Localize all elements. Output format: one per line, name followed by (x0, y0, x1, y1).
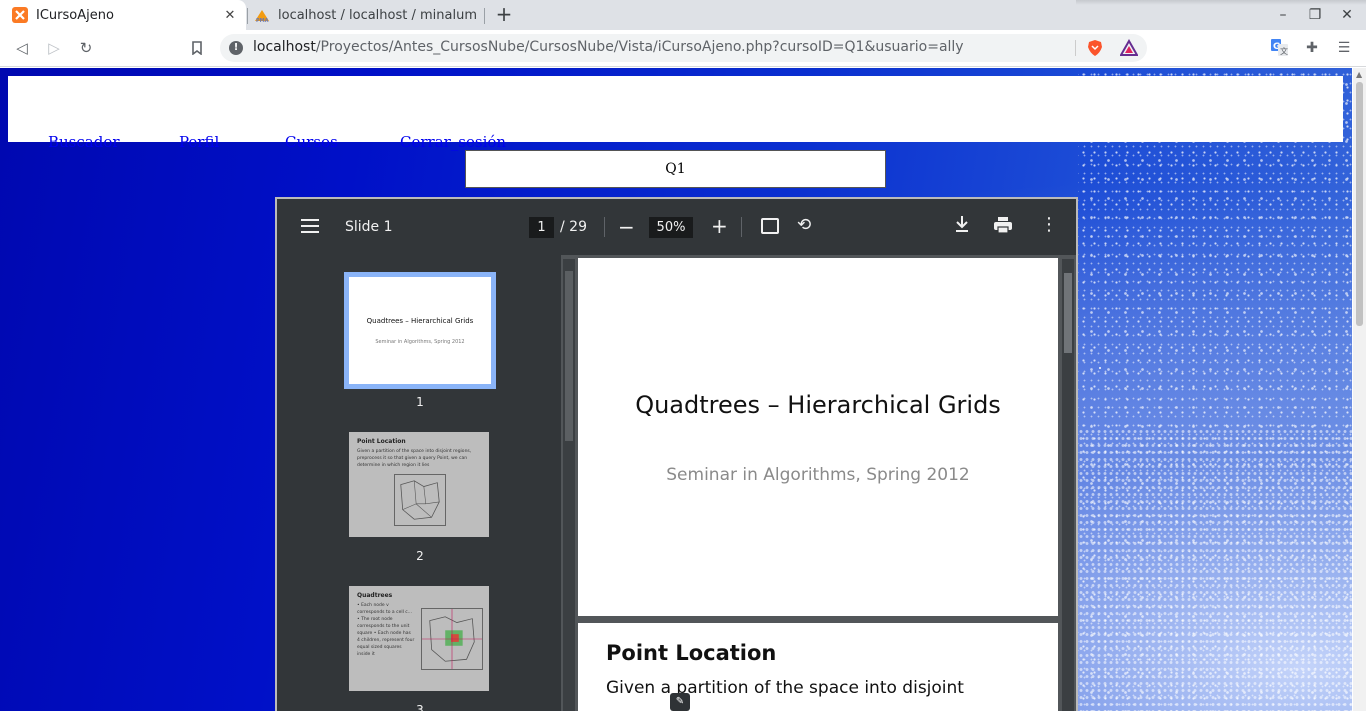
zoom-out-icon[interactable]: − (618, 215, 635, 239)
page-number-input[interactable]: 1 (529, 217, 554, 238)
toolbar-divider (604, 217, 605, 237)
slide-subtitle: Seminar in Algorithms, Spring 2012 (666, 465, 970, 485)
new-tab-icon[interactable]: + (494, 4, 514, 25)
map-thumbnail-icon (394, 474, 446, 526)
thumbnail-1[interactable]: Quadtrees – Hierarchical Grids Seminar i… (344, 272, 496, 389)
download-icon[interactable] (954, 215, 970, 238)
thumbnail-title: Quadtrees – Hierarchical Grids (366, 317, 474, 325)
thumbnail-3[interactable]: Quadtrees • Each node v corresponds to a… (349, 586, 489, 691)
nav-link-perfil[interactable]: Perfil (179, 133, 219, 151)
annotation-icon[interactable]: ✎ (670, 693, 690, 711)
course-id-box: Q1 (465, 150, 886, 188)
slide-title: Point Location (606, 641, 777, 665)
browser-toolbar: ◁ ▷ ↻ ! localhost/Proyectos/Antes_Cursos… (0, 30, 1366, 67)
omnibox-divider (1075, 40, 1076, 56)
zoom-level-input[interactable]: 50% (649, 217, 693, 238)
thumbnail-title: Quadtrees (357, 592, 393, 599)
thumbnail-number: 2 (416, 549, 424, 563)
svg-text:文: 文 (1280, 46, 1288, 56)
minimize-icon[interactable]: – (1274, 6, 1292, 24)
svg-text:PMA: PMA (256, 18, 269, 23)
document-title: Slide 1 (345, 219, 393, 235)
translate-icon[interactable]: G文 (1270, 39, 1288, 57)
more-options-icon[interactable]: ⋮ (1040, 216, 1058, 234)
extensions-icon[interactable]: ✚ (1303, 39, 1321, 57)
slide-title: Quadtrees – Hierarchical Grids (635, 391, 1001, 419)
nav-link-buscador[interactable]: Buscador (48, 133, 120, 151)
titlebar-shadow (1076, 0, 1366, 5)
close-tab-icon[interactable]: ✕ (222, 7, 238, 23)
page-background: Buscador Perfil Cursos Cerrar_sesión Q1 … (0, 68, 1352, 711)
document-scrollbar[interactable] (1062, 259, 1074, 711)
pdf-page-1: Quadtrees – Hierarchical Grids Seminar i… (578, 258, 1058, 616)
pdf-page-2: Point Location Given a partition of the … (578, 623, 1058, 711)
sidebar-toggle-icon[interactable] (301, 219, 319, 233)
thumbnail-number: 3 (416, 703, 424, 711)
slide-body: Given a partition of the space into disj… (606, 678, 964, 698)
starfield-dense (1078, 428, 1352, 711)
tab-divider (484, 8, 485, 24)
site-header: Buscador Perfil Cursos Cerrar_sesión (8, 76, 1343, 151)
thumbnail-body: Given a partition of the space into disj… (357, 449, 472, 468)
quadtree-map-icon (421, 608, 483, 670)
address-bar[interactable]: ! localhost/Proyectos/Antes_CursosNube/C… (220, 34, 1147, 62)
forward-icon[interactable]: ▷ (44, 38, 64, 58)
xampp-icon (12, 7, 28, 23)
nav-link-cerrar-sesion[interactable]: Cerrar_sesión (400, 133, 506, 151)
nav-link-cursos[interactable]: Cursos (285, 133, 338, 151)
print-icon[interactable] (993, 216, 1013, 234)
thumbnail-body: • Each node v corresponds to a cell c...… (357, 603, 415, 657)
tab-title: ICursoAjeno (36, 7, 114, 23)
page-total: / 29 (560, 219, 587, 235)
rotate-icon[interactable]: ⟲ (797, 216, 815, 234)
page-scrollbar[interactable]: ▲ (1353, 68, 1366, 711)
maximize-icon[interactable]: ❐ (1306, 6, 1324, 24)
tab-title: localhost / localhost / minalum (278, 7, 477, 23)
fit-to-page-icon[interactable] (761, 218, 779, 234)
url-text[interactable]: localhost/Proyectos/Antes_CursosNube/Cur… (253, 39, 964, 55)
bookmark-icon[interactable] (187, 38, 207, 58)
back-icon[interactable]: ◁ (12, 38, 32, 58)
info-icon[interactable]: ! (229, 41, 243, 55)
thumbnail-scrollbar[interactable] (563, 259, 575, 711)
phpmyadmin-icon: PMA (255, 10, 269, 23)
thumbnail-subtitle: Seminar in Algorithms, Spring 2012 (375, 339, 465, 345)
close-window-icon[interactable]: ✕ (1338, 6, 1356, 24)
brave-shield-icon[interactable] (1086, 39, 1104, 57)
tab-bar: ICursoAjeno ✕ PMA localhost / localhost … (0, 0, 1366, 30)
thumbnail-2[interactable]: Point Location Given a partition of the … (349, 432, 489, 537)
pdf-toolbar: Slide 1 1 / 29 − 50% + ⟲ ⋮ (277, 199, 1076, 255)
toolbar-divider (741, 217, 742, 237)
thumbnail-title: Point Location (357, 438, 406, 445)
tab-phpmyadmin[interactable]: PMA localhost / localhost / minalum (248, 0, 484, 30)
zoom-in-icon[interactable]: + (711, 214, 728, 238)
brave-rewards-icon[interactable] (1120, 39, 1138, 57)
reload-icon[interactable]: ↻ (76, 38, 96, 58)
thumbnail-sidebar: Quadtrees – Hierarchical Grids Seminar i… (277, 255, 561, 711)
thumbnail-number: 1 (416, 395, 424, 409)
pdf-viewer: Slide 1 1 / 29 − 50% + ⟲ ⋮ Quadtrees – H… (275, 197, 1078, 711)
menu-icon[interactable]: ☰ (1335, 39, 1353, 57)
tab-icursoajeno[interactable]: ICursoAjeno ✕ (0, 0, 246, 30)
